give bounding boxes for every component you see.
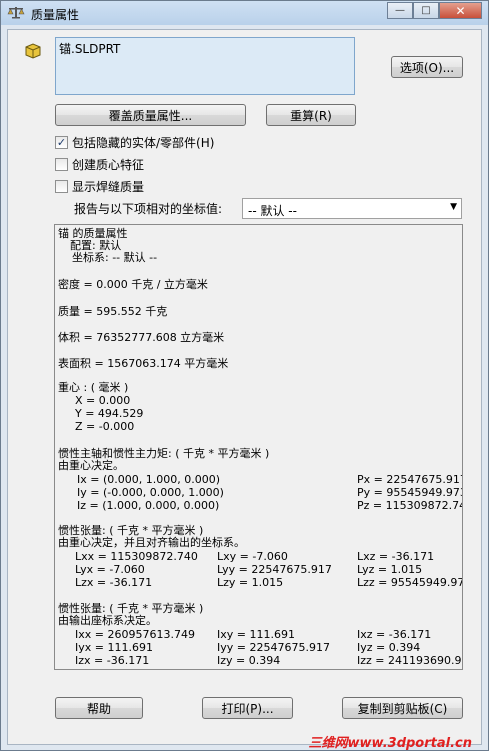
recalculate-button[interactable]: 重算(R) (266, 104, 356, 126)
cog-y: Y = 494.529 (75, 407, 144, 420)
title-bar[interactable]: 质量属性 — □ ✕ (1, 1, 488, 25)
override-mass-properties-button[interactable]: 覆盖质量属性... (55, 104, 246, 126)
tensor-cell: Izx = -36.171 (75, 654, 150, 667)
print-button[interactable]: 打印(P)... (202, 697, 293, 719)
watermark-text: 三维网www.3dportal.cn (308, 736, 472, 751)
coordinate-system-label: 报告与以下项相对的坐标值: (74, 202, 223, 216)
selected-items-list[interactable]: 锚.SLDPRT (55, 37, 355, 95)
copy-to-clipboard-button[interactable]: 复制到剪贴板(C) (342, 697, 463, 719)
tensor-cell: Ixz = -36.171 (357, 628, 432, 641)
minimize-button[interactable]: — (387, 2, 413, 19)
tensor-cell: Iyy = 22547675.917 (217, 641, 330, 654)
close-button[interactable]: ✕ (439, 2, 482, 19)
tensor-cell: Lxy = -7.060 (217, 550, 288, 563)
window-controls: — □ ✕ (387, 2, 482, 19)
select-value: -- 默认 -- (248, 204, 297, 218)
tensor-cell: Lxx = 115309872.740 (75, 550, 198, 563)
density-line: 密度 = 0.000 千克 / 立方毫米 (58, 278, 208, 291)
tensor-output-subheader: 由输出座标系决定。 (58, 614, 157, 627)
tensor-cell: Izy = 0.394 (217, 654, 281, 667)
cog-z: Z = -0.000 (75, 420, 135, 433)
tensor-cell: Iyz = 0.394 (357, 641, 421, 654)
show-weld-mass-checkbox[interactable]: 显示焊缝质量 (55, 178, 144, 195)
surface-area-line: 表面积 = 1567063.174 平方毫米 (58, 357, 229, 370)
principal-moment-py: Py = 95545949.973 (357, 486, 463, 499)
tensor-cell: Izz = 241193690.982 (357, 654, 462, 667)
maximize-button[interactable]: □ (413, 2, 439, 19)
principal-axis-iy: Iy = (-0.000, 0.000, 1.000) (77, 486, 224, 499)
tensor-cell: Lyx = -7.060 (75, 563, 145, 576)
tensor-cell: Lyy = 22547675.917 (217, 563, 332, 576)
mass-line: 质量 = 595.552 千克 (58, 305, 168, 318)
principal-moment-pz: Pz = 115309872.741 (357, 499, 463, 512)
coordinate-system-select[interactable]: -- 默认 -- ▼ (242, 198, 462, 219)
tensor-cell: Iyx = 111.691 (75, 641, 153, 654)
chevron-down-icon[interactable]: ▼ (450, 202, 457, 212)
tensor-cell: Ixy = 111.691 (217, 628, 295, 641)
balance-scale-icon (7, 7, 25, 19)
principal-axis-iz: Iz = (1.000, 0.000, 0.000) (77, 499, 220, 512)
tensor-cell: Lzz = 95545949.973 (357, 576, 463, 589)
center-of-mass-header: 重心 : ( 毫米 ) (58, 381, 129, 394)
checkbox-label: 包括隐藏的实体/零部件(H) (72, 136, 215, 150)
cog-x: X = 0.000 (75, 394, 131, 407)
create-center-of-mass-checkbox[interactable]: 创建质心特征 (55, 156, 144, 173)
include-hidden-checkbox[interactable]: ✓ 包括隐藏的实体/零部件(H) (55, 134, 214, 151)
principal-moment-px: Px = 22547675.917 (357, 473, 463, 486)
checkbox-box[interactable] (55, 180, 68, 193)
tensor-com-subheader: 由重心决定，并且对齐输出的坐标系。 (58, 536, 245, 549)
tensor-cell: Lxz = -36.171 (357, 550, 435, 563)
principal-subheader: 由重心决定。 (58, 459, 124, 472)
list-item[interactable]: 锚.SLDPRT (59, 40, 120, 57)
report-coord-sys: 坐标系: -- 默认 -- (72, 251, 158, 264)
part-icon (25, 43, 41, 59)
principal-axis-ix: Ix = (0.000, 1.000, 0.000) (77, 473, 221, 486)
tensor-cell: Lyz = 1.015 (357, 563, 423, 576)
options-button[interactable]: 选项(O)... (391, 56, 463, 78)
mass-properties-window: 质量属性 — □ ✕ 锚.SLDPRT 选项(O)... 覆盖质量属性... 重… (0, 0, 489, 751)
window-title: 质量属性 (31, 8, 80, 22)
help-button[interactable]: 帮助 (55, 697, 143, 719)
checkbox-box[interactable] (55, 158, 68, 171)
mass-properties-report[interactable]: 锚 的质量属性 配置: 默认 坐标系: -- 默认 -- 密度 = 0.000 … (54, 224, 463, 670)
tensor-cell: Lzx = -36.171 (75, 576, 153, 589)
tensor-cell: Ixx = 260957613.749 (75, 628, 195, 641)
checkbox-box[interactable]: ✓ (55, 136, 68, 149)
volume-line: 体积 = 76352777.608 立方毫米 (58, 331, 225, 344)
checkbox-label: 显示焊缝质量 (72, 180, 145, 194)
checkbox-label: 创建质心特征 (72, 158, 145, 172)
tensor-cell: Lzy = 1.015 (217, 576, 284, 589)
